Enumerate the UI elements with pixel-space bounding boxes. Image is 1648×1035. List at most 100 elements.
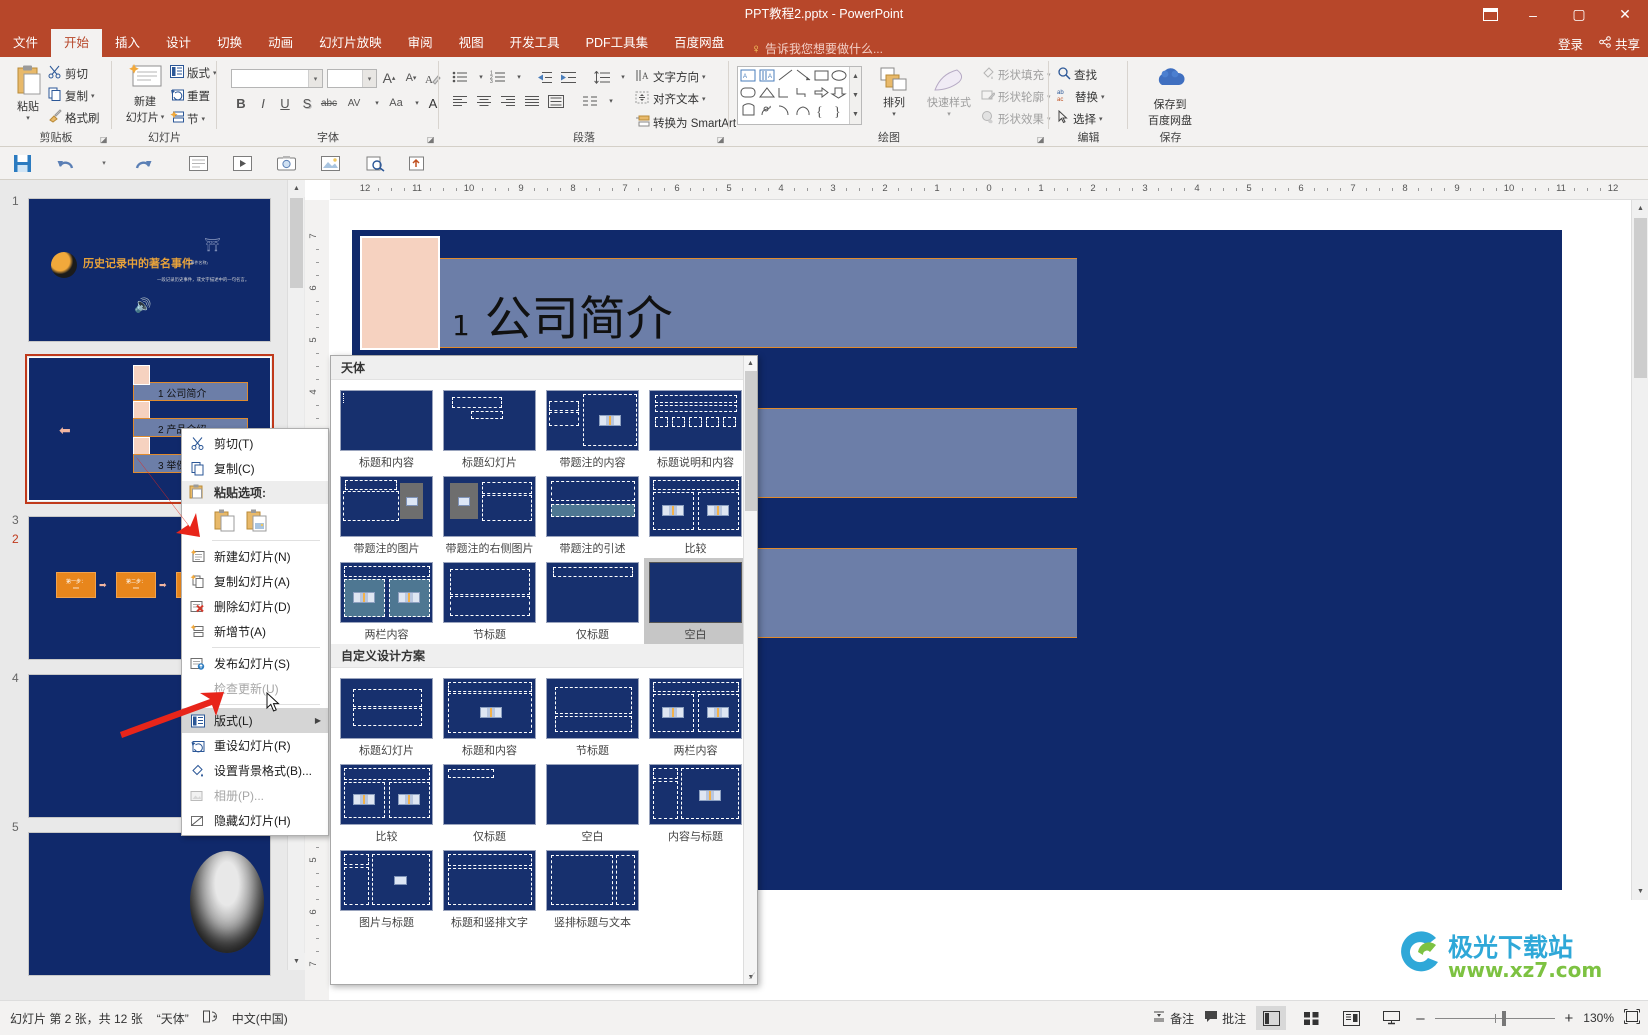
chevron-down-icon[interactable]: ▾ xyxy=(509,67,529,87)
tab-pdf-tools[interactable]: PDF工具集 xyxy=(573,29,662,57)
signin-button[interactable]: 登录 xyxy=(1558,34,1583,53)
scroll-up-icon[interactable]: ▲ xyxy=(288,180,305,197)
layout-item-title-content[interactable]: 标题和内容 xyxy=(335,386,438,472)
font-size-input[interactable]: ▾ xyxy=(327,69,377,88)
paste-keep-source-icon[interactable] xyxy=(214,509,236,533)
arrange-button[interactable]: 排列 ▾ xyxy=(871,66,917,118)
scroll-down-icon[interactable]: ▼ xyxy=(850,86,861,105)
layout-item-quote-caption[interactable]: 带题注的引述 xyxy=(541,472,644,558)
chevron-down-icon[interactable]: ▾ xyxy=(921,110,977,118)
format-painter-button[interactable]: 格式刷 xyxy=(48,109,100,126)
share-button[interactable]: 共享 xyxy=(1599,34,1640,53)
layout-item-title-only[interactable]: 仅标题 xyxy=(541,558,644,644)
text-shadow-button[interactable]: S xyxy=(297,93,317,113)
undo-icon[interactable] xyxy=(44,148,88,178)
zoom-in-button[interactable]: + xyxy=(1565,1010,1574,1027)
slide-thumbnail-1[interactable]: 历史记录中的著名事件 (事件名称) 一段记录历史事件，或文字描述中的一句名言。 … xyxy=(28,198,271,342)
scroll-down-icon[interactable]: ▼ xyxy=(288,953,305,970)
chevron-down-icon[interactable]: ▾ xyxy=(1099,115,1103,123)
copy-dropdown-icon[interactable]: ▾ xyxy=(91,92,95,100)
zoom-slider[interactable] xyxy=(1435,1009,1555,1027)
layout-item-title-only-custom[interactable]: 仅标题 xyxy=(438,760,541,846)
language-label[interactable]: 中文(中国) xyxy=(232,1010,288,1027)
gallery-scrollbar[interactable]: ▲ ▼ xyxy=(743,356,757,984)
menu-item-new-slide[interactable]: 新建幻灯片(N) xyxy=(182,544,328,569)
shape-fill-button[interactable]: 形状填充 ▾ xyxy=(981,66,1051,83)
align-left-button[interactable] xyxy=(449,91,471,111)
layout-item-section-header-custom[interactable]: 节标题 xyxy=(541,674,644,760)
fit-to-window-icon[interactable] xyxy=(1624,1009,1640,1027)
section-button[interactable]: 节 ▾ xyxy=(170,111,205,127)
tab-baidu-netdisk[interactable]: 百度网盘 xyxy=(661,29,737,57)
normal-view-icon[interactable] xyxy=(1256,1006,1286,1030)
agenda-square-1[interactable] xyxy=(360,236,440,350)
layout-item-blank-custom[interactable]: 空白 xyxy=(541,760,644,846)
copy-button[interactable]: 复制 ▾ xyxy=(48,87,95,104)
line-spacing-button[interactable] xyxy=(591,67,613,87)
columns-button[interactable] xyxy=(579,91,601,111)
chevron-down-icon[interactable]: ▾ xyxy=(362,70,376,87)
accessibility-icon[interactable] xyxy=(203,1010,218,1027)
menu-item-delete-slide[interactable]: 删除幻灯片(D) xyxy=(182,594,328,619)
slide-sorter-icon[interactable] xyxy=(1296,1006,1326,1030)
resize-grip-icon[interactable]: ⟋ xyxy=(749,971,755,982)
slide-thumbnail-5[interactable] xyxy=(28,832,271,976)
slideshow-icon[interactable] xyxy=(1376,1006,1406,1030)
tab-slideshow[interactable]: 幻灯片放映 xyxy=(306,29,395,57)
shape-effects-button[interactable]: 形状效果 ▾ xyxy=(981,110,1051,127)
export-icon[interactable] xyxy=(396,148,440,178)
chevron-down-icon[interactable]: ▾ xyxy=(308,70,322,87)
tell-me-box[interactable]: ♀ 告诉我您想要做什么... xyxy=(751,40,883,57)
save-to-baidu-button[interactable]: 保存到 百度网盘 xyxy=(1136,65,1204,128)
underline-button[interactable]: U xyxy=(275,93,295,113)
layout-item-title-desc-content[interactable]: 标题说明和内容 xyxy=(644,386,747,472)
layout-item-two-content-custom[interactable]: 两栏内容 xyxy=(644,674,747,760)
font-name-input[interactable]: ▾ xyxy=(231,69,323,88)
screenshot-icon[interactable] xyxy=(264,148,308,178)
align-center-button[interactable] xyxy=(473,91,495,111)
chevron-down-icon[interactable]: ▾ xyxy=(601,91,621,111)
scroll-down-icon[interactable]: ▼ xyxy=(1632,883,1648,900)
reset-button[interactable]: 重置 xyxy=(170,88,210,104)
scrollbar-thumb[interactable] xyxy=(745,371,757,511)
increase-font-size-button[interactable]: A▴ xyxy=(379,68,399,88)
tab-insert[interactable]: 插入 xyxy=(102,29,153,57)
scroll-up-icon[interactable]: ▲ xyxy=(744,356,757,370)
chevron-down-icon[interactable]: ▾ xyxy=(702,95,706,103)
clipboard-dialog-launcher[interactable]: ◪ xyxy=(100,135,109,144)
tab-transitions[interactable]: 切换 xyxy=(204,29,255,57)
chevron-down-icon[interactable]: ▾ xyxy=(161,113,165,121)
bold-button[interactable]: B xyxy=(231,93,251,113)
scroll-up-icon[interactable]: ▲ xyxy=(850,67,861,86)
zoom-out-button[interactable]: – xyxy=(1416,1010,1424,1027)
paste-button[interactable]: 粘贴 ▾ xyxy=(4,65,52,122)
close-button[interactable]: ✕ xyxy=(1602,0,1648,29)
strikethrough-button[interactable]: abc xyxy=(319,93,339,113)
picture-icon[interactable] xyxy=(308,148,352,178)
tab-developer[interactable]: 开发工具 xyxy=(497,29,573,57)
tab-view[interactable]: 视图 xyxy=(446,29,497,57)
justify-button[interactable] xyxy=(521,91,543,111)
decrease-font-size-button[interactable]: A▾ xyxy=(401,68,421,88)
text-direction-button[interactable]: A 文字方向 ▾ xyxy=(635,69,706,85)
theme-label[interactable]: “天体” xyxy=(157,1010,189,1027)
layout-item-content-with-caption[interactable]: 内容与标题 xyxy=(644,760,747,846)
layout-button[interactable]: 版式 ▾ xyxy=(170,65,217,81)
comments-button[interactable]: 批注 xyxy=(1204,1010,1246,1027)
tab-file[interactable]: 文件 xyxy=(0,29,51,57)
reading-view-icon[interactable] xyxy=(1336,1006,1366,1030)
shape-outline-button[interactable]: 形状轮廓 ▾ xyxy=(981,88,1051,105)
scrollbar-thumb[interactable] xyxy=(1634,218,1647,378)
find-button[interactable]: 查找 xyxy=(1057,66,1097,83)
paste-picture-icon[interactable] xyxy=(246,509,268,533)
layout-item-picture-right-caption[interactable]: 带题注的右侧图片 xyxy=(438,472,541,558)
align-text-button[interactable]: 对齐文本 ▾ xyxy=(635,91,706,107)
tab-home[interactable]: 开始 xyxy=(51,29,102,57)
notes-button[interactable]: 备注 xyxy=(1152,1010,1194,1027)
layout-item-title-sl[interactable]: 标题幻灯片 xyxy=(438,386,541,472)
layout-item-section-header[interactable]: 节标题 xyxy=(438,558,541,644)
minimize-button[interactable]: – xyxy=(1510,0,1556,29)
distribute-button[interactable] xyxy=(545,91,567,111)
cut-button[interactable]: 剪切 xyxy=(48,65,88,82)
menu-item-add-section[interactable]: 新增节(A) xyxy=(182,619,328,644)
